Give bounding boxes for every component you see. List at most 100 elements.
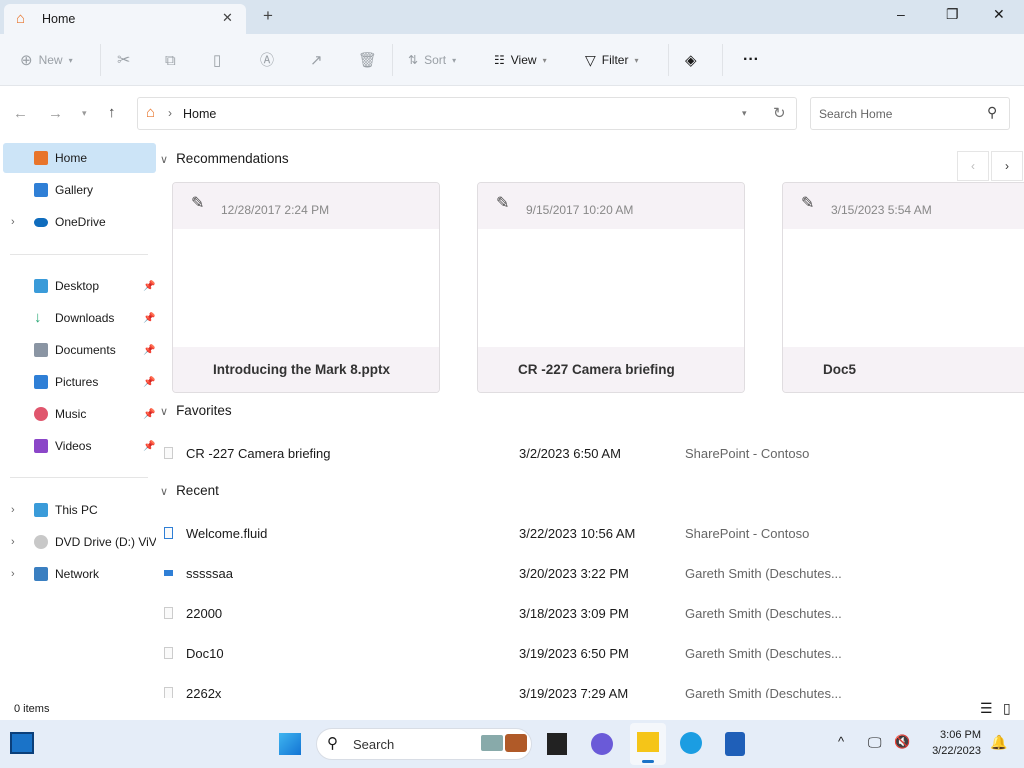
command-bar: ⊕ New ▾ ✂ ⧉ ▯ Ⓐ ↗ 🗑 ⇅ Sort ▾ ☷ View ▾ ▽ Filter ▾… <box>0 34 1024 86</box>
more-options-button[interactable]: ··· <box>743 34 759 86</box>
notification-icon[interactable]: 🔔 <box>990 734 1007 751</box>
recommendation-card[interactable]: ✎ 9/15/2017 10:20 AM CR -227 Camera briefi… <box>477 182 745 393</box>
new-button[interactable]: ⊕ New ▾ <box>20 34 73 86</box>
sidebar-item-label: Documents <box>55 343 116 357</box>
new-label: New <box>38 53 63 67</box>
restore-button[interactable]: ❐ <box>946 6 959 23</box>
close-tab-icon[interactable]: ✕ <box>222 10 233 26</box>
card-name: CR -227 Camera briefing <box>478 347 744 392</box>
file-name: 2262x <box>186 686 222 698</box>
sync-icon[interactable]: ◈ <box>685 34 697 86</box>
divider <box>10 477 148 478</box>
list-item[interactable]: Doc10 3/19/2023 6:50 PM Gareth Smith (Desc… <box>160 639 1020 669</box>
list-item[interactable]: 2262x 3/19/2023 7:29 AM Gareth Smith (Desc… <box>160 679 1020 698</box>
clock-time[interactable]: 3:06 PM <box>938 729 981 741</box>
task-view-icon[interactable] <box>547 733 567 755</box>
filter-button[interactable]: ▽ Filter ▾ <box>585 34 638 86</box>
sidebar-item-home[interactable]: Home <box>3 143 156 173</box>
details-view-button[interactable]: ☰ <box>980 700 993 717</box>
chevron-down-icon: ∨ <box>160 406 169 418</box>
paste-button[interactable]: ▯ <box>213 34 221 86</box>
clock-date[interactable]: 3/22/2023 <box>922 745 981 757</box>
chevron-down-icon[interactable]: ▾ <box>742 108 747 119</box>
file-date: 3/19/2023 7:29 AM <box>519 686 629 698</box>
sort-button[interactable]: ⇅ Sort ▾ <box>408 34 456 86</box>
chevron-right-icon[interactable]: › <box>11 568 15 580</box>
refresh-button[interactable]: ↻ <box>773 104 786 122</box>
sidebar-item-gallery[interactable]: Gallery <box>3 175 156 205</box>
documents-icon <box>34 343 48 357</box>
close-button[interactable]: ✕ <box>993 6 1005 23</box>
show-hidden-icons-button[interactable]: ^ <box>838 734 844 749</box>
address-bar[interactable]: ⌂ › Home ▾ ↻ <box>137 97 797 130</box>
teams-icon[interactable] <box>591 733 613 755</box>
fluid-file-icon <box>164 527 173 539</box>
sidebar-item-downloads[interactable]: ↓ Downloads 📌 <box>3 303 156 333</box>
chevron-right-icon[interactable]: › <box>11 216 15 228</box>
recommendations-header[interactable]: ∨ Recommendations <box>160 151 289 166</box>
new-tab-button[interactable]: + <box>263 6 273 26</box>
pin-icon: 📌 <box>143 280 156 292</box>
recent-locations-button[interactable]: ▾ <box>82 108 87 119</box>
recommendation-card[interactable]: ✎ 3/15/2023 5:54 AM Doc5 <box>782 182 1024 393</box>
sidebar-item-network[interactable]: › Network <box>3 559 156 589</box>
sidebar-item-documents[interactable]: Documents 📌 <box>3 335 156 365</box>
sidebar-item-videos[interactable]: Videos 📌 <box>3 431 156 461</box>
up-button[interactable]: ↑ <box>108 104 116 121</box>
forward-button[interactable]: → <box>48 105 63 122</box>
taskbar-search[interactable]: ⚲ Search <box>316 728 532 760</box>
volume-muted-icon[interactable]: 🔇 <box>894 734 910 750</box>
next-button[interactable]: › <box>991 151 1023 181</box>
file-location: Gareth Smith (Deschutes... <box>685 606 842 621</box>
sidebar-item-label: OneDrive <box>55 215 106 229</box>
minimize-button[interactable]: – <box>897 6 905 22</box>
pin-icon: 📌 <box>143 408 156 420</box>
widgets-icon[interactable] <box>10 732 34 754</box>
sidebar-item-music[interactable]: Music 📌 <box>3 399 156 429</box>
sidebar-item-dvd-drive[interactable]: › DVD Drive (D:) ViVe <box>3 527 156 557</box>
card-date: 12/28/2017 2:24 PM <box>221 203 330 217</box>
sidebar-item-onedrive[interactable]: › OneDrive <box>3 207 156 237</box>
file-location: SharePoint - Contoso <box>685 446 810 461</box>
card-name: Introducing the Mark 8.pptx <box>173 347 439 392</box>
sidebar-item-pictures[interactable]: Pictures 📌 <box>3 367 156 397</box>
tab-home[interactable]: ⌂ Home ✕ <box>4 4 246 34</box>
list-item[interactable]: sssssaa 3/20/2023 3:22 PM Gareth Smith (De… <box>160 559 1020 589</box>
store-icon[interactable] <box>725 732 745 756</box>
chevron-right-icon[interactable]: › <box>11 504 15 516</box>
previous-button[interactable]: ‹ <box>957 151 989 181</box>
edge-icon[interactable] <box>680 732 702 754</box>
active-indicator <box>642 760 654 763</box>
sidebar-item-desktop[interactable]: Desktop 📌 <box>3 271 156 301</box>
sidebar-item-label: This PC <box>55 503 98 517</box>
delete-button[interactable]: 🗑 <box>358 34 377 86</box>
view-label: View <box>510 53 537 67</box>
sidebar-item-this-pc[interactable]: › This PC <box>3 495 156 525</box>
cut-button[interactable]: ✂ <box>117 34 130 86</box>
start-button[interactable] <box>279 733 301 755</box>
favorites-header[interactable]: ∨ Favorites <box>160 403 232 418</box>
sort-icon: ⇅ <box>408 53 419 67</box>
rename-button[interactable]: Ⓐ <box>260 34 274 86</box>
file-explorer-taskbar-button[interactable] <box>630 723 666 765</box>
edit-icon: ✎ <box>496 195 510 212</box>
list-item[interactable]: 22000 3/18/2023 3:09 PM Gareth Smith (Desc… <box>160 599 1020 629</box>
network-status-icon[interactable]: 🖵 <box>868 734 882 751</box>
share-button[interactable]: ↗ <box>310 34 323 86</box>
tiles-view-button[interactable]: ▯ <box>1003 700 1011 717</box>
briefcase-icon <box>505 734 527 752</box>
file-name: 22000 <box>186 606 223 621</box>
chevron-right-icon[interactable]: › <box>11 536 15 548</box>
list-item[interactable]: CR -227 Camera briefing 3/2/2023 6:50 AM S… <box>160 439 1020 469</box>
file-name: CR -227 Camera briefing <box>186 446 331 461</box>
recommendation-card[interactable]: ✎ 12/28/2017 2:24 PM Introducing the Mark … <box>172 182 440 393</box>
breadcrumb[interactable]: Home <box>183 107 216 121</box>
list-item[interactable]: Welcome.fluid 3/22/2023 10:56 AM SharePoin… <box>160 519 1020 549</box>
search-input[interactable]: Search Home ⚲ <box>810 97 1010 130</box>
network-icon <box>34 567 48 581</box>
copy-button[interactable]: ⧉ <box>165 34 176 86</box>
recent-header[interactable]: ∨ Recent <box>160 483 219 498</box>
back-button[interactable]: ← <box>13 105 28 122</box>
file-location: SharePoint - Contoso <box>685 526 810 541</box>
view-button[interactable]: ☷ View ▾ <box>494 34 547 86</box>
